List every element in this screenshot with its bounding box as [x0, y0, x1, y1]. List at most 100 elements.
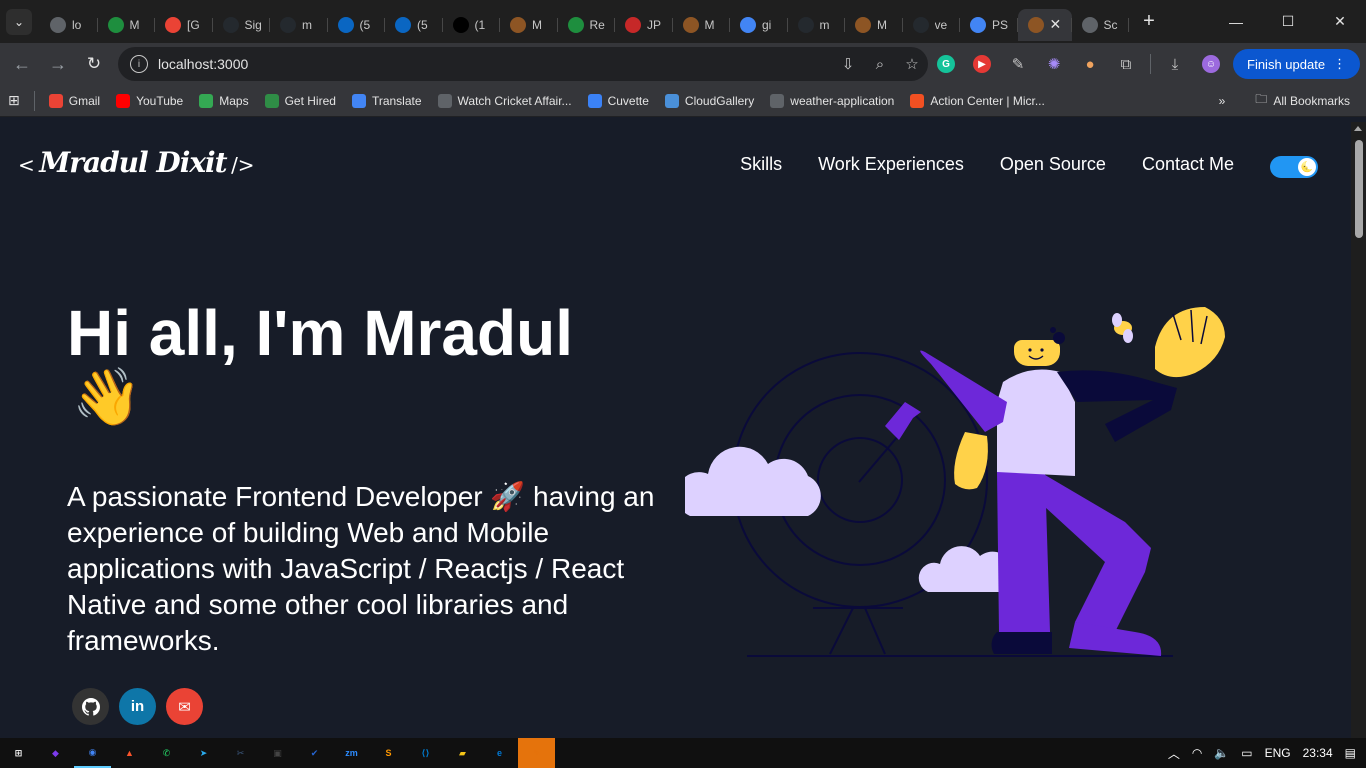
nav-open-source[interactable]: Open Source	[1000, 154, 1106, 175]
minimize-button[interactable]: —	[1210, 0, 1262, 43]
browser-tab[interactable]: Sig	[213, 9, 271, 41]
bookmark-item[interactable]: weather-application	[762, 87, 902, 115]
all-bookmarks-button[interactable]: 🗀 All Bookmarks	[1247, 87, 1358, 115]
back-button[interactable]: ←	[4, 46, 40, 82]
extensions-puzzle-icon[interactable]: ⧉	[1108, 46, 1144, 82]
bookmark-item[interactable]: Action Center | Micr...	[902, 87, 1053, 115]
new-tab-button[interactable]: +	[1135, 8, 1163, 36]
google-icon	[740, 16, 756, 33]
browser-tab[interactable]: m	[270, 9, 328, 41]
browser-tab[interactable]: Re	[558, 9, 616, 41]
browser-tab[interactable]: M	[98, 9, 156, 41]
edge-glyph: e	[496, 748, 502, 758]
finish-update-button[interactable]: Finish update ⋮	[1233, 49, 1361, 79]
file-explorer-icon[interactable]: ▰	[444, 738, 481, 768]
brave-icon[interactable]: ▲	[111, 738, 148, 768]
nav-skills[interactable]: Skills	[740, 154, 782, 175]
browser-tab[interactable]: ✕	[1017, 8, 1072, 41]
social-links: in ✉	[72, 688, 203, 725]
paint-icon[interactable]: ✎	[518, 738, 555, 768]
whatsapp-icon[interactable]: ✆	[148, 738, 185, 768]
url-text[interactable]: localhost:3000	[158, 56, 832, 72]
zoom-icon[interactable]: zm	[333, 738, 370, 768]
browser-tab[interactable]: ve	[903, 9, 961, 41]
apps-grid-icon[interactable]: ⊞	[0, 87, 28, 115]
windows-start-icon[interactable]: ⊞	[0, 738, 37, 768]
bookmark-item[interactable]: CloudGallery	[657, 87, 762, 115]
todo-icon[interactable]: ✔	[296, 738, 333, 768]
github-link-icon[interactable]	[72, 688, 109, 725]
scrollbar-thumb[interactable]	[1355, 140, 1363, 238]
install-app-icon[interactable]: ⇩	[832, 55, 864, 73]
browser-tab[interactable]: (5	[328, 9, 386, 41]
bookmark-item[interactable]: Maps	[191, 87, 256, 115]
linkedin-link-icon[interactable]: in	[119, 688, 156, 725]
scroll-up-arrow[interactable]	[1354, 126, 1362, 131]
google-drive-icon	[107, 16, 124, 33]
browser-tab[interactable]: PS	[960, 9, 1018, 41]
clock[interactable]: 23:34	[1303, 746, 1333, 760]
volume-icon[interactable]: 🔈	[1214, 746, 1229, 760]
browser-tab[interactable]: lo	[40, 9, 98, 41]
site-info-icon[interactable]: i	[130, 55, 148, 73]
browser-tab[interactable]: (1	[443, 9, 501, 41]
tray-chevron-icon[interactable]: ︿	[1168, 745, 1180, 762]
tab-search-button[interactable]: ⌄	[6, 8, 32, 35]
settings-extension-icon[interactable]: ✺	[1036, 46, 1072, 82]
site-logo[interactable]: < Mradul Dixit />	[18, 146, 255, 179]
tab-title: m	[302, 17, 312, 32]
hero-illustration	[685, 307, 1225, 657]
copilot-glyph: ◆	[52, 747, 59, 758]
maximize-button[interactable]: ☐	[1262, 0, 1314, 43]
page-scrollbar[interactable]	[1351, 122, 1366, 738]
reload-button[interactable]: ↻	[76, 46, 112, 82]
bookmark-item[interactable]: Cuvette	[580, 87, 657, 115]
bookmark-item[interactable]: Watch Cricket Affair...	[430, 87, 580, 115]
bee-wing-1	[1112, 313, 1122, 327]
profile-avatar-icon[interactable]: ☺	[1193, 46, 1229, 82]
bookmark-item[interactable]: YouTube	[108, 87, 191, 115]
bookmark-star-icon[interactable]: ☆	[896, 55, 928, 73]
sublime-icon[interactable]: S	[370, 738, 407, 768]
logo-bracket-open: <	[18, 153, 35, 177]
battery-icon[interactable]: ▭	[1241, 746, 1252, 760]
cookie-extension-icon[interactable]: ●	[1072, 46, 1108, 82]
browser-tab[interactable]: M	[673, 9, 731, 41]
browser-tab[interactable]: gi	[730, 9, 788, 41]
chrome-icon[interactable]: ◉	[74, 738, 111, 768]
bookmark-item[interactable]: Gmail	[41, 87, 108, 115]
screen-recorder-extension-icon[interactable]: ▶	[964, 46, 1000, 82]
close-tab-icon[interactable]: ✕	[1050, 16, 1062, 33]
browser-tab[interactable]: M	[845, 9, 903, 41]
browser-tab[interactable]: [G	[155, 9, 213, 41]
close-window-button[interactable]: ✕	[1314, 0, 1366, 43]
terminal-icon[interactable]: ▣	[259, 738, 296, 768]
address-bar[interactable]: i localhost:3000 ⇩ ⌕ ☆	[118, 47, 928, 81]
edge-icon[interactable]: e	[481, 738, 518, 768]
telegram-icon[interactable]: ➤	[185, 738, 222, 768]
vscode-icon[interactable]: ⟨⟩	[407, 738, 444, 768]
copilot-icon[interactable]: ◆	[37, 738, 74, 768]
browser-tab[interactable]: (5	[385, 9, 443, 41]
browser-tab[interactable]: Sc	[1072, 9, 1130, 41]
browser-tab[interactable]: m	[788, 9, 846, 41]
bookmarks-overflow-icon[interactable]: »	[1211, 87, 1234, 115]
browser-tab[interactable]: M	[500, 9, 558, 41]
downloads-icon[interactable]: ⤓	[1157, 46, 1193, 82]
language-indicator[interactable]: ENG	[1265, 746, 1291, 760]
nav-work-experiences[interactable]: Work Experiences	[818, 154, 964, 175]
email-link-icon[interactable]: ✉	[166, 688, 203, 725]
theme-toggle[interactable]: 🌜	[1270, 156, 1318, 178]
forward-button[interactable]: →	[40, 46, 76, 82]
figure-hair-dot	[1050, 327, 1056, 333]
nav-contact-me[interactable]: Contact Me	[1142, 154, 1234, 175]
zoom-icon[interactable]: ⌕	[864, 56, 896, 73]
snipping-icon[interactable]: ✂	[222, 738, 259, 768]
grammarly-extension-icon[interactable]: G	[928, 46, 964, 82]
color-picker-extension-icon[interactable]: ✎	[1000, 46, 1036, 82]
wifi-icon[interactable]: ◠	[1192, 746, 1202, 760]
bookmark-item[interactable]: Translate	[344, 87, 430, 115]
notification-icon[interactable]: ▤	[1345, 746, 1356, 760]
browser-tab[interactable]: JP	[615, 9, 673, 41]
bookmark-item[interactable]: Get Hired	[257, 87, 344, 115]
